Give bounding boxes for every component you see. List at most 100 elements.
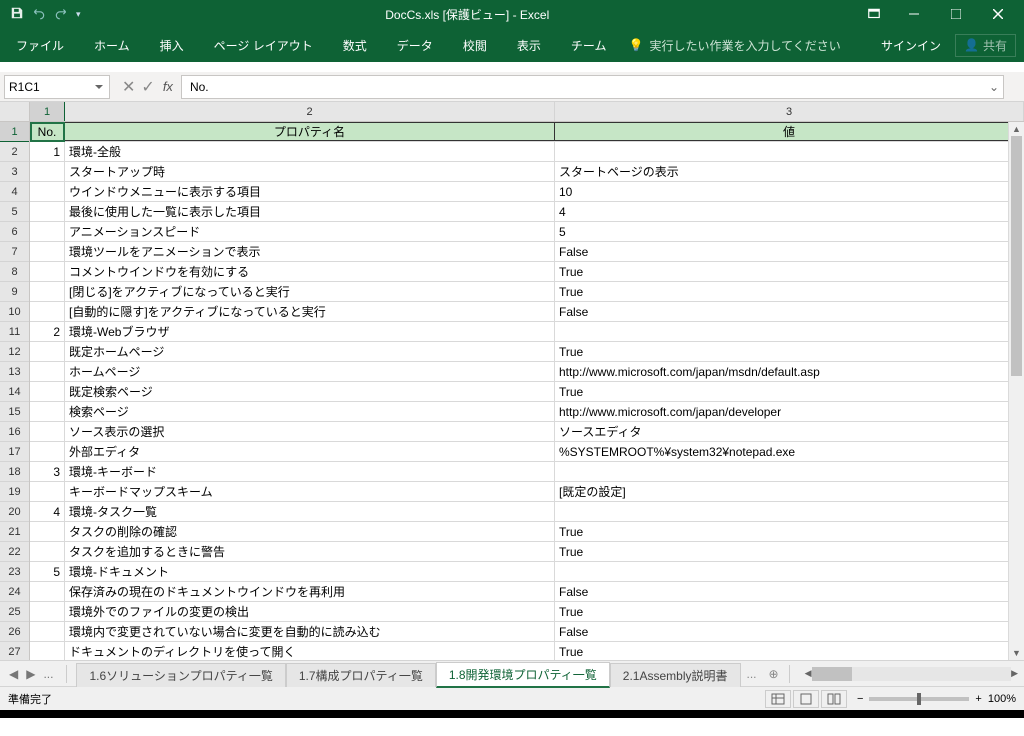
cell-name[interactable]: ドキュメントのディレクトリを使って開く — [65, 642, 555, 660]
row-header[interactable]: 3 — [0, 162, 29, 182]
row-header[interactable]: 8 — [0, 262, 29, 282]
cell-value[interactable]: True — [555, 382, 1024, 401]
cancel-formula-icon[interactable]: ✕ — [122, 77, 135, 97]
tab-nav-more-left[interactable]: ... — [40, 667, 56, 681]
tab-file[interactable]: ファイル — [8, 31, 72, 60]
formula-bar[interactable]: No. ⌄ — [181, 75, 1004, 99]
row-header[interactable]: 13 — [0, 362, 29, 382]
row-header[interactable]: 23 — [0, 562, 29, 582]
cell-no[interactable] — [30, 302, 65, 321]
sheet-tab[interactable]: 1.6ソリューションプロパティ一覧 — [76, 663, 285, 687]
row-header[interactable]: 21 — [0, 522, 29, 542]
row-header[interactable]: 1 — [0, 122, 29, 142]
cell-name[interactable]: キーボードマップスキーム — [65, 482, 555, 501]
tab-formulas[interactable]: 数式 — [335, 31, 375, 60]
row-header[interactable]: 18 — [0, 462, 29, 482]
redo-icon[interactable] — [54, 6, 68, 23]
name-box[interactable]: R1C1 — [4, 75, 110, 99]
cell-no[interactable] — [30, 622, 65, 641]
row-header[interactable]: 27 — [0, 642, 29, 660]
scroll-down-icon[interactable]: ▼ — [1009, 646, 1024, 660]
row-header[interactable]: 22 — [0, 542, 29, 562]
cell-no[interactable] — [30, 202, 65, 221]
new-sheet-button[interactable]: ⊕ — [763, 667, 785, 681]
tab-home[interactable]: ホーム — [86, 31, 138, 60]
cell-name[interactable]: ウインドウメニューに表示する項目 — [65, 182, 555, 201]
row-header[interactable]: 26 — [0, 622, 29, 642]
cell-name[interactable]: [自動的に隠す]をアクティブになっていると実行 — [65, 302, 555, 321]
sheet-tab[interactable]: 1.7構成プロパティ一覧 — [286, 663, 436, 687]
insert-function-button[interactable]: fx — [163, 79, 173, 94]
tab-team[interactable]: チーム — [563, 31, 615, 60]
cell-value[interactable]: [既定の設定] — [555, 482, 1024, 501]
cell-no[interactable] — [30, 442, 65, 461]
hscroll-thumb[interactable] — [812, 667, 852, 681]
cell-name[interactable]: 環境-Webブラウザ — [65, 322, 555, 341]
cell-no[interactable] — [30, 182, 65, 201]
maximize-button[interactable] — [936, 0, 976, 28]
sign-in-link[interactable]: サインイン — [881, 37, 941, 54]
page-layout-view-icon[interactable] — [793, 690, 819, 708]
cell-value[interactable] — [555, 142, 1024, 161]
cell-value[interactable] — [555, 502, 1024, 521]
tab-nav-prev-icon[interactable]: ▶ — [23, 667, 38, 681]
expand-formula-bar-icon[interactable]: ⌄ — [989, 80, 999, 94]
cell-no[interactable]: 2 — [30, 322, 65, 341]
row-header[interactable]: 9 — [0, 282, 29, 302]
cell-value[interactable]: False — [555, 242, 1024, 261]
row-header[interactable]: 6 — [0, 222, 29, 242]
tab-view[interactable]: 表示 — [509, 31, 549, 60]
cell-no[interactable] — [30, 382, 65, 401]
cell-value[interactable] — [555, 562, 1024, 581]
vertical-scrollbar[interactable]: ▲ ▼ — [1008, 122, 1024, 660]
cell-value[interactable] — [555, 462, 1024, 481]
cell-value[interactable]: False — [555, 302, 1024, 321]
cell-value[interactable]: http://www.microsoft.com/japan/msdn/defa… — [555, 362, 1024, 381]
cell-name[interactable]: 既定検索ページ — [65, 382, 555, 401]
cell-name[interactable]: 既定ホームページ — [65, 342, 555, 361]
cell-value[interactable]: True — [555, 542, 1024, 561]
row-header[interactable]: 7 — [0, 242, 29, 262]
row-header[interactable]: 25 — [0, 602, 29, 622]
data-area[interactable]: No. プロパティ名 値 1環境-全般スタートアップ時スタートページの表示ウイン… — [30, 122, 1024, 660]
cell-value[interactable]: False — [555, 582, 1024, 601]
sheet-tab[interactable]: 2.1Assembly説明書 — [610, 663, 741, 687]
row-header[interactable]: 4 — [0, 182, 29, 202]
cell-value[interactable]: True — [555, 282, 1024, 301]
cell-value[interactable]: False — [555, 622, 1024, 641]
cell-name[interactable]: タスクを追加するときに警告 — [65, 542, 555, 561]
cell-name[interactable]: ソース表示の選択 — [65, 422, 555, 441]
column-header[interactable]: 3 — [555, 102, 1024, 121]
cell-value[interactable]: True — [555, 642, 1024, 660]
cell-no[interactable] — [30, 402, 65, 421]
cell-name[interactable]: [閉じる]をアクティブになっていると実行 — [65, 282, 555, 301]
row-header[interactable]: 2 — [0, 142, 29, 162]
row-header[interactable]: 20 — [0, 502, 29, 522]
tell-me-search[interactable]: 💡 実行したい作業を入力してください — [628, 37, 840, 54]
cell-no[interactable] — [30, 642, 65, 660]
cell-no[interactable] — [30, 602, 65, 621]
scroll-thumb[interactable] — [1011, 136, 1022, 376]
tab-nav-first-icon[interactable]: ◀ — [6, 667, 21, 681]
cell-no[interactable]: 4 — [30, 502, 65, 521]
cell-no[interactable]: 5 — [30, 562, 65, 581]
page-break-view-icon[interactable] — [821, 690, 847, 708]
row-header[interactable]: 12 — [0, 342, 29, 362]
minimize-button[interactable] — [894, 0, 934, 28]
cell-value[interactable]: 10 — [555, 182, 1024, 201]
zoom-out-button[interactable]: − — [857, 693, 863, 705]
cell-no[interactable] — [30, 242, 65, 261]
cell-name[interactable]: 環境内で変更されていない場合に変更を自動的に読み込む — [65, 622, 555, 641]
header-cell-no[interactable]: No. — [30, 122, 65, 141]
cell-name[interactable]: 環境-ドキュメント — [65, 562, 555, 581]
tab-review[interactable]: 校閲 — [455, 31, 495, 60]
cell-name[interactable]: コメントウインドウを有効にする — [65, 262, 555, 281]
cell-no[interactable] — [30, 582, 65, 601]
cell-name[interactable]: 環境ツールをアニメーションで表示 — [65, 242, 555, 261]
cell-no[interactable] — [30, 222, 65, 241]
scroll-right-icon[interactable]: ▶ — [1011, 668, 1018, 679]
cell-no[interactable] — [30, 362, 65, 381]
cell-value[interactable] — [555, 322, 1024, 341]
spreadsheet-grid[interactable]: 1234567891011121314151617181920212223242… — [0, 102, 1024, 660]
row-header[interactable]: 15 — [0, 402, 29, 422]
